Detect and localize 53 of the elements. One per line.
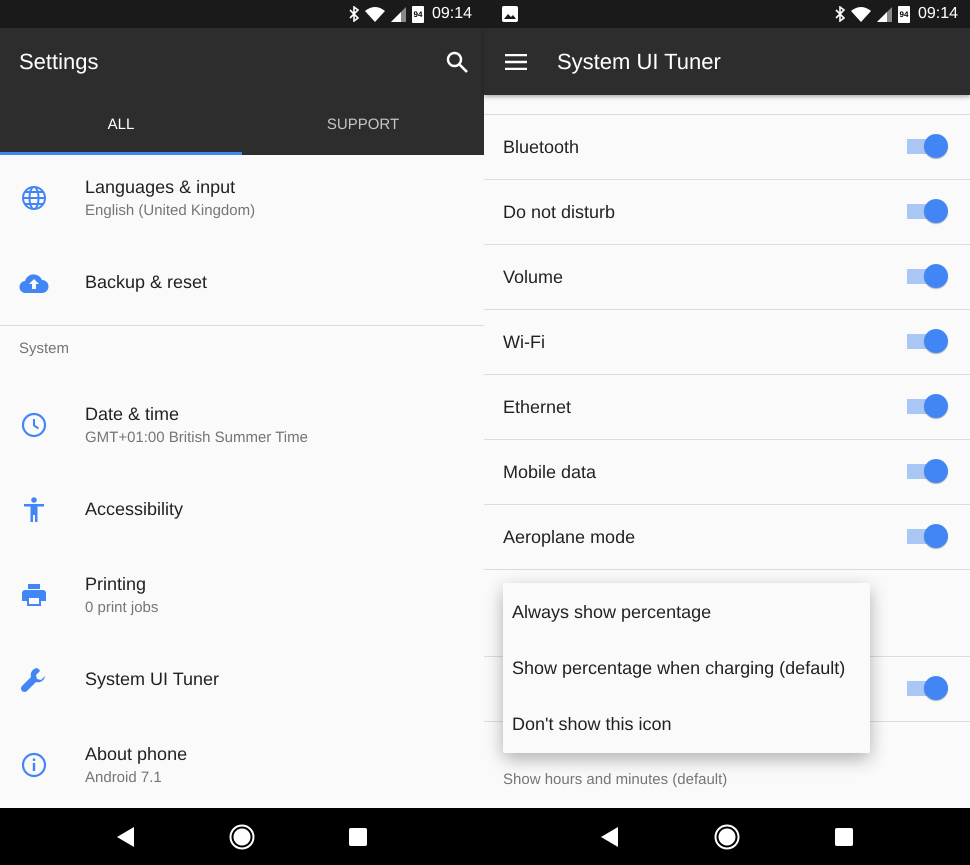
setting-title: Do not disturb xyxy=(503,202,616,222)
setting-title[interactable]: Printing xyxy=(85,574,158,594)
setting-title: Wi-Fi xyxy=(503,332,545,352)
clock-time: 09:14 xyxy=(432,5,472,23)
setting-subtitle: 0 print jobs xyxy=(85,598,158,616)
tab[interactable]: ALL xyxy=(0,96,242,155)
printer-icon xyxy=(22,584,46,606)
recents-icon[interactable] xyxy=(834,828,853,846)
setting-title[interactable]: System UI Tuner xyxy=(85,669,220,690)
menu-item[interactable]: Always show percentage xyxy=(503,584,870,640)
cloud-upload-icon xyxy=(18,272,48,292)
setting-title: Bluetooth xyxy=(503,136,580,158)
bluetooth-icon xyxy=(348,6,359,22)
globe-icon xyxy=(20,184,46,210)
menu-icon[interactable] xyxy=(505,54,527,70)
image-icon xyxy=(502,6,518,22)
section-header: System xyxy=(18,339,70,359)
setting-title: Mobile data xyxy=(503,462,596,482)
setting-title: Ethernet xyxy=(503,396,572,418)
accessibility-icon xyxy=(22,496,44,522)
battery-icon: 94 xyxy=(412,6,424,22)
setting-title[interactable]: Backup & reset xyxy=(85,272,208,293)
search-icon[interactable] xyxy=(446,51,468,73)
home-icon[interactable] xyxy=(714,824,740,850)
setting-subtitle: English (United Kingdom) xyxy=(85,202,256,218)
clock-time: 09:14 xyxy=(918,5,958,23)
home-icon[interactable] xyxy=(229,824,255,850)
signal-icon xyxy=(390,6,406,22)
bluetooth-icon xyxy=(834,6,845,22)
wifi-icon xyxy=(364,6,385,22)
menu-item[interactable]: Show percentage when charging (default) xyxy=(503,640,870,696)
setting-title[interactable]: Accessibility xyxy=(85,499,184,520)
setting-subtitle: GMT+01:00 British Summer Time xyxy=(85,428,308,446)
back-icon[interactable] xyxy=(117,826,135,846)
setting-title: Volume xyxy=(503,266,564,288)
clock-icon xyxy=(20,412,46,438)
app-title: System UI Tuner xyxy=(557,48,721,74)
setting-subtitle: Android 7.1 xyxy=(85,768,163,786)
setting-subtitle: Show hours and minutes (default) xyxy=(503,771,728,788)
setting-title: Aeroplane mode xyxy=(503,526,636,548)
info-icon xyxy=(20,752,46,778)
setting-title[interactable]: Date & time xyxy=(85,404,308,424)
signal-icon xyxy=(876,6,892,22)
recents-icon[interactable] xyxy=(349,828,367,846)
wrench-icon xyxy=(20,666,46,692)
back-icon[interactable] xyxy=(601,826,620,846)
app-title: Settings xyxy=(19,49,98,75)
setting-title[interactable]: Languages & input xyxy=(85,176,256,198)
wifi-icon xyxy=(850,6,871,22)
battery-icon: 94 xyxy=(898,6,910,22)
menu-item[interactable]: Don't show this icon xyxy=(503,696,870,752)
setting-title[interactable]: About phone xyxy=(85,744,188,764)
tab[interactable]: SUPPORT xyxy=(242,96,484,155)
